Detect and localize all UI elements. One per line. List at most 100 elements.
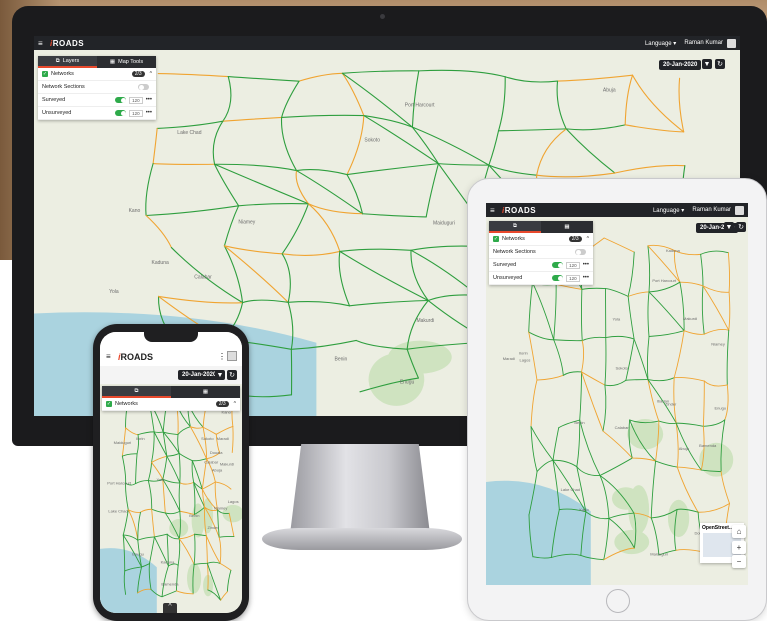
hamburger-menu-icon[interactable]: ≡	[106, 352, 111, 361]
unsurveyed-road	[703, 380, 728, 387]
refresh-icon[interactable]: ↻	[227, 370, 237, 380]
place-label: Maradi	[217, 436, 229, 441]
surveyed-road	[565, 128, 616, 174]
surveyed-road	[530, 426, 554, 461]
networks-row[interactable]: ✓ Networks 2/3 ^	[102, 398, 240, 411]
layer-row[interactable]: Unsurveyed 120 •••	[489, 272, 593, 285]
unsurveyed-road	[218, 536, 222, 564]
chevron-up-icon[interactable]: ^	[150, 71, 152, 77]
surveyed-toggle[interactable]	[115, 97, 127, 103]
surveyed-road	[646, 336, 650, 381]
unsurveyed-road	[627, 291, 650, 297]
chevron-up-icon[interactable]: ^	[587, 236, 589, 242]
language-dropdown[interactable]: Language ▾	[645, 40, 676, 47]
place-label: Ilorin	[136, 436, 145, 441]
refresh-icon[interactable]: ↻	[715, 59, 725, 69]
layer-label: Network Sections	[493, 249, 536, 255]
more-options-icon[interactable]: •••	[583, 262, 589, 268]
unsurveyed-road	[581, 371, 604, 432]
place-label: Maiduguri	[650, 551, 668, 556]
kebab-menu-icon[interactable]: ⋮	[218, 352, 226, 361]
layer-row[interactable]: Network Sections	[38, 81, 156, 94]
more-options-icon[interactable]: •••	[146, 97, 152, 103]
avatar[interactable]	[227, 351, 237, 361]
surveyed-road	[178, 452, 181, 484]
unsurveyed-road	[220, 591, 228, 601]
layer-row[interactable]: Surveyed 120 •••	[489, 259, 593, 272]
phone-device: ≡ iROADS ⋮ 20-Jan-2020 ▼ ↻ Niamey Maradi Z…	[93, 324, 249, 621]
layer-row[interactable]: Network Sections	[489, 246, 593, 259]
zoom-out-button[interactable]: −	[732, 555, 746, 568]
hamburger-menu-icon[interactable]: ≡	[490, 206, 498, 215]
zoom-in-button[interactable]: +	[732, 541, 746, 554]
surveyed-road	[339, 248, 412, 252]
unsurveyed-road	[152, 127, 158, 165]
networks-row[interactable]: ✓ Networks 2/3 ^	[38, 68, 156, 81]
user-name[interactable]: Raman Kumar	[684, 40, 723, 46]
tab-map-tools[interactable]: ▦	[171, 386, 240, 398]
tab-layers[interactable]: ⧉	[489, 221, 541, 233]
surveyed-road	[175, 564, 179, 592]
surveyed-road	[625, 338, 635, 381]
filter-icon[interactable]: ▼	[215, 370, 225, 380]
refresh-icon[interactable]: ↻	[736, 222, 746, 232]
unsurveyed-road	[219, 563, 232, 571]
surveyed-road	[625, 379, 649, 381]
avatar[interactable]	[727, 38, 736, 48]
surveyed-road	[647, 377, 675, 382]
tab-map-tools[interactable]: ▦ Map Tools	[97, 56, 156, 68]
road-network-map[interactable]: NiameyMaradiZinderSokotoKanoMaiduguriKad…	[100, 384, 242, 613]
surveyed-road	[553, 283, 557, 341]
app-logo[interactable]: iROADS	[50, 39, 84, 48]
tab-layers[interactable]: ⧉ Layers	[38, 56, 97, 68]
home-button[interactable]	[606, 589, 630, 613]
layer-row[interactable]: Unsurveyed 120 •••	[38, 107, 156, 120]
chevron-up-icon[interactable]: ^	[234, 401, 236, 407]
surveyed-road	[726, 329, 730, 386]
hamburger-menu-icon[interactable]: ≡	[38, 39, 46, 48]
networks-checkbox[interactable]: ✓	[42, 71, 48, 77]
surveyed-road	[135, 453, 138, 485]
language-dropdown[interactable]: Language ▾	[653, 207, 684, 214]
tab-layers[interactable]: ⧉	[102, 386, 171, 398]
app-logo[interactable]: iROADS	[502, 206, 536, 215]
phone-screen: ≡ iROADS ⋮ 20-Jan-2020 ▼ ↻ Niamey Maradi Z…	[100, 332, 242, 613]
networks-checkbox[interactable]: ✓	[493, 236, 499, 242]
chevron-up-icon[interactable]: ^	[163, 603, 177, 613]
unsurveyed-toggle[interactable]	[115, 110, 127, 116]
place-label: Yola	[157, 477, 165, 482]
networks-checkbox[interactable]: ✓	[106, 401, 112, 407]
filter-icon[interactable]: ▼	[724, 222, 734, 232]
date-filter-chip[interactable]: 20-Jan-2020	[659, 60, 702, 70]
surveyed-toggle[interactable]	[552, 262, 564, 268]
surveyed-road	[178, 482, 181, 512]
surveyed-road	[156, 120, 224, 130]
app-logo[interactable]: iROADS	[118, 352, 153, 362]
more-options-icon[interactable]: •••	[583, 275, 589, 281]
unsurveyed-toggle[interactable]	[552, 275, 564, 281]
surveyed-road	[227, 76, 300, 82]
more-options-icon[interactable]: •••	[146, 110, 152, 116]
unsurveyed-road	[683, 330, 705, 335]
user-name[interactable]: Raman Kumar	[692, 207, 731, 213]
network-sections-toggle[interactable]	[138, 84, 149, 90]
surveyed-road	[679, 281, 685, 332]
tab-map-tools[interactable]: ▦	[541, 221, 593, 233]
avatar[interactable]	[735, 205, 744, 215]
surveyed-road	[212, 120, 224, 165]
layer-row[interactable]: Surveyed 120 •••	[38, 94, 156, 107]
surveyed-road	[153, 533, 168, 538]
surveyed-road	[530, 426, 538, 472]
network-sections-toggle[interactable]	[575, 249, 586, 255]
date-filter-chip[interactable]: 20-Jan-2020	[178, 370, 221, 380]
surveyed-road	[627, 251, 635, 297]
map-canvas[interactable]: NiameyMaradiZinderSokotoKanoMaiduguriKad…	[100, 384, 242, 613]
surveyed-road	[648, 281, 681, 293]
layer-label: Surveyed	[493, 262, 517, 268]
filter-icon[interactable]: ▼	[702, 59, 712, 69]
home-icon[interactable]: ⌂	[732, 525, 746, 538]
networks-row[interactable]: ✓ Networks 2/3 ^	[489, 233, 593, 246]
layer-label: Network Sections	[42, 84, 85, 90]
panel-tabs: ⧉ ▦	[489, 221, 593, 233]
surveyed-road	[338, 250, 351, 307]
